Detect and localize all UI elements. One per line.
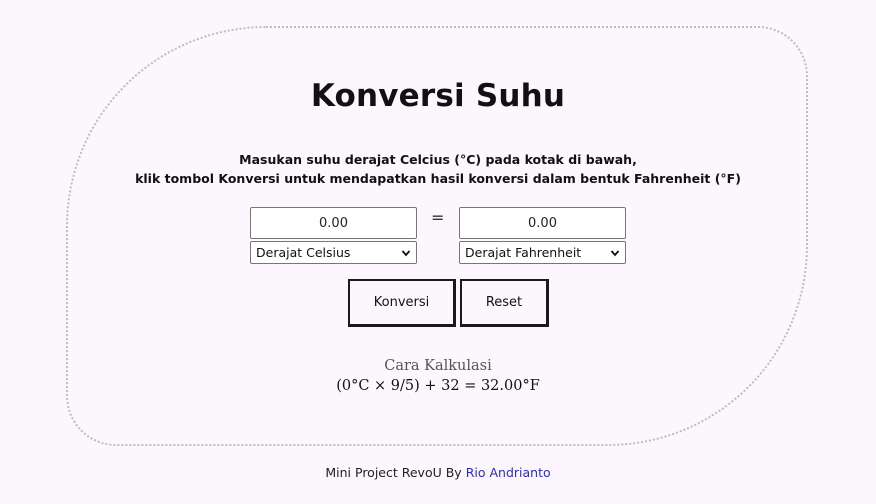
author-link[interactable]: Rio Andrianto <box>466 465 551 480</box>
celsius-input[interactable] <box>250 207 417 239</box>
fahrenheit-output[interactable] <box>459 207 626 239</box>
page-title: Konversi Suhu <box>310 78 566 114</box>
convert-button[interactable]: Konversi <box>348 279 456 327</box>
page: Konversi Suhu Masukan suhu derajat Celci… <box>0 0 876 504</box>
from-unit-value: Derajat Celsius <box>256 245 351 260</box>
instructions-line-1: Masukan suhu derajat Celcius (°C) pada k… <box>239 152 637 167</box>
to-unit-value: Derajat Fahrenheit <box>465 245 582 260</box>
from-unit-select[interactable]: Derajat Celsius <box>250 241 417 264</box>
equals-sign: = <box>431 208 445 227</box>
chevron-down-icon <box>610 250 620 257</box>
reset-button[interactable]: Reset <box>460 279 549 327</box>
footer-prefix: Mini Project RevoU By <box>325 465 462 480</box>
instructions: Masukan suhu derajat Celcius (°C) pada k… <box>0 150 876 188</box>
calculation-formula: (0°C × 9/5) + 32 = 32.00°F <box>336 378 540 394</box>
footer: Mini Project RevoU By Rio Andrianto <box>0 465 876 480</box>
chevron-down-icon <box>401 250 411 257</box>
calculation-label: Cara Kalkulasi <box>384 358 492 374</box>
instructions-line-2: klik tombol Konversi untuk mendapatkan h… <box>135 171 741 186</box>
to-unit-select[interactable]: Derajat Fahrenheit <box>459 241 626 264</box>
